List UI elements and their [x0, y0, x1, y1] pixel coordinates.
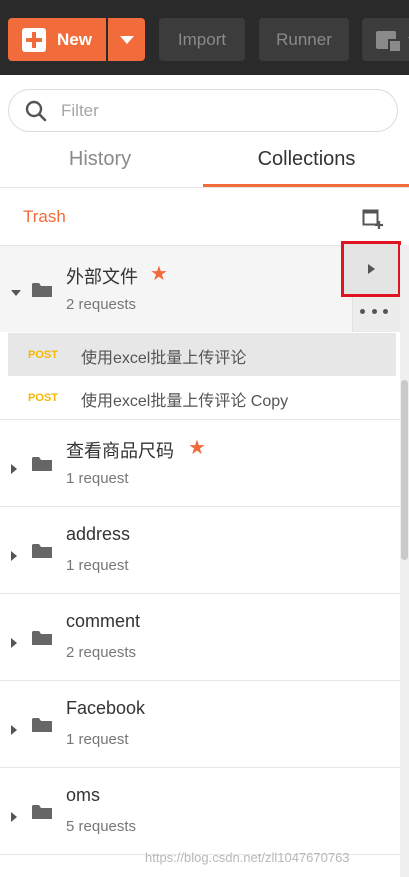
collection-name: 查看商品尺码 — [66, 441, 174, 461]
folder-icon — [32, 283, 52, 297]
request-item[interactable]: POST 使用excel批量上传评论 — [8, 333, 396, 376]
folder-icon — [32, 457, 52, 471]
collection-name: comment — [66, 611, 141, 631]
collection-header[interactable]: 外部文件 ★ 2 requests — [0, 246, 400, 332]
collection-item[interactable]: address 1 request — [0, 507, 400, 593]
runner-button[interactable]: Runner — [259, 18, 349, 61]
folder-icon — [32, 805, 52, 819]
collection-item[interactable]: comment 2 requests — [0, 594, 400, 680]
folder-icon — [32, 631, 52, 645]
collection-name: 外部文件 — [66, 267, 138, 287]
search-icon — [25, 100, 47, 121]
collection-name: Facebook — [66, 698, 146, 718]
collection-count: 1 request — [66, 557, 129, 574]
top-toolbar: New Import Runner — [0, 0, 409, 75]
dot-icon — [383, 308, 388, 314]
request-name: 使用excel批量上传评论 — [81, 350, 247, 367]
collection-count: 2 requests — [66, 644, 137, 661]
collection-item[interactable]: Facebook 1 request — [0, 681, 400, 767]
play-icon — [367, 264, 375, 274]
request-name: 使用excel批量上传评论 Copy — [81, 393, 289, 410]
chevron-right-icon[interactable] — [10, 724, 18, 736]
collection-count: 5 requests — [66, 818, 137, 835]
new-dropdown-button[interactable] — [108, 18, 145, 61]
folder-icon — [32, 718, 52, 732]
request-item[interactable]: POST 使用excel批量上传评论 Copy — [8, 376, 396, 419]
run-collection-button[interactable] — [341, 241, 401, 297]
collection-count: 1 request — [66, 731, 129, 748]
tab-collections[interactable]: Collections — [204, 148, 409, 188]
chevron-right-icon[interactable] — [10, 550, 18, 562]
tab-history[interactable]: History — [0, 148, 200, 188]
chevron-down-icon[interactable] — [10, 289, 22, 297]
chevron-down-icon — [119, 35, 134, 44]
plus-icon — [22, 27, 46, 52]
trash-link[interactable]: Trash — [23, 207, 66, 227]
chevron-right-icon[interactable] — [10, 463, 18, 475]
star-icon[interactable]: ★ — [150, 264, 168, 284]
collection-name: address — [66, 524, 131, 544]
collection-item[interactable]: oms 5 requests — [0, 768, 400, 854]
dot-icon — [371, 308, 377, 314]
chevron-right-icon[interactable] — [10, 811, 18, 823]
scrollbar-track[interactable] — [400, 245, 409, 877]
import-button[interactable]: Import — [159, 18, 245, 61]
filter-input[interactable] — [61, 100, 361, 121]
folder-icon — [32, 544, 52, 558]
star-icon[interactable]: ★ — [188, 438, 206, 458]
more-options-button[interactable] — [360, 304, 388, 318]
collection-count: 1 request — [66, 470, 129, 487]
chevron-right-icon[interactable] — [10, 637, 18, 649]
new-button-label: New — [57, 29, 92, 49]
collection-count: 2 requests — [66, 296, 137, 313]
divider — [0, 187, 409, 188]
filter-box — [8, 89, 398, 132]
new-window-button[interactable] — [362, 18, 409, 61]
new-collection-icon[interactable] — [362, 207, 384, 229]
dot-icon — [360, 308, 365, 314]
new-button[interactable]: New — [8, 18, 106, 61]
scrollbar-thumb[interactable] — [401, 380, 408, 560]
collection-item[interactable]: 查看商品尺码 ★ 1 request — [0, 420, 400, 506]
new-window-icon — [376, 30, 402, 53]
method-badge: POST — [28, 392, 58, 404]
watermark: https://blog.csdn.net/zll1047670763 — [145, 850, 350, 865]
method-badge: POST — [28, 349, 58, 361]
collection-name: oms — [66, 785, 101, 805]
